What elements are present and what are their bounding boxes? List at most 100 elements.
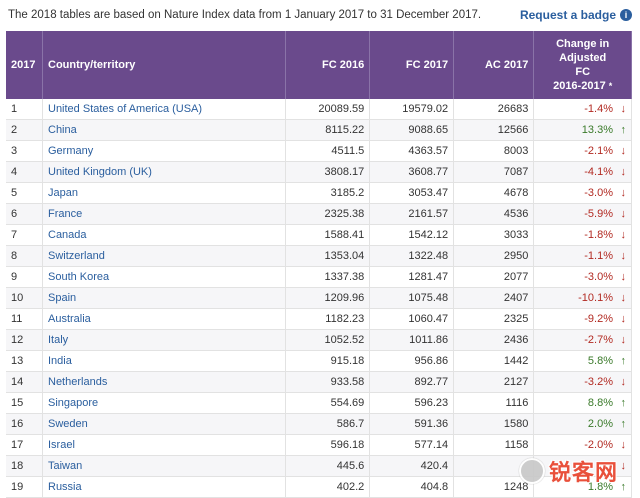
fc2016-cell: 8115.22 [285, 119, 371, 141]
change-value: 2.0% [587, 418, 613, 430]
change-value: -5.9% [584, 208, 613, 220]
change-value: 8.8% [587, 397, 613, 409]
rank-cell: 3 [6, 140, 43, 162]
ac2017-cell: 3033 [453, 224, 535, 246]
rank-cell: 19 [6, 476, 43, 498]
change-value: -4.1% [584, 166, 613, 178]
request-badge-link[interactable]: Request a badge i [520, 8, 632, 22]
ac2017-cell: 1158 [453, 434, 535, 456]
arrow-down-icon: ↓ [620, 145, 627, 157]
fc2017-cell: 1011.86 [369, 329, 455, 351]
fc2016-cell: 3185.2 [285, 182, 371, 204]
change-value: -2.7% [584, 334, 613, 346]
fc2016-cell: 1209.96 [285, 287, 371, 309]
country-link[interactable]: Spain [42, 287, 287, 309]
col-header-rank[interactable]: 2017 [6, 31, 43, 99]
fc2017-cell: 3608.77 [369, 161, 455, 183]
ac2017-cell: 8003 [453, 140, 535, 162]
change-value: 5.8% [587, 355, 613, 367]
change-value: -1.1% [584, 250, 613, 262]
fc2016-cell: 20089.59 [285, 99, 371, 120]
arrow-down-icon: ↓ [620, 292, 627, 304]
watermark: 锐客网 [518, 455, 618, 487]
country-link[interactable]: Switzerland [42, 245, 287, 267]
fc2017-cell: 19579.02 [369, 99, 455, 120]
change-cell: -3.0% ↓ [533, 182, 632, 204]
rank-cell: 11 [6, 308, 43, 330]
arrow-down-icon: ↓ [620, 313, 627, 325]
arrow-down-icon: ↓ [620, 250, 627, 262]
col-header-change[interactable]: Change in Adjusted FC 2016-2017 * [533, 31, 632, 99]
fc2017-cell: 1281.47 [369, 266, 455, 288]
country-link[interactable]: Australia [42, 308, 287, 330]
country-link[interactable]: China [42, 119, 287, 141]
change-cell: -2.7% ↓ [533, 329, 632, 351]
country-link[interactable]: France [42, 203, 287, 225]
table-row: 3 Germany 4511.5 4363.57 8003 -2.1% ↓ [6, 140, 632, 162]
change-value: -3.2% [584, 376, 613, 388]
country-link[interactable]: Canada [42, 224, 287, 246]
ac2017-cell: 2950 [453, 245, 535, 267]
change-value: -1.8% [584, 229, 613, 241]
table-row: 16 Sweden 586.7 591.36 1580 2.0% ↑ [6, 413, 632, 435]
change-header-line4: 2016-2017 * [553, 80, 613, 92]
country-link[interactable]: Italy [42, 329, 287, 351]
col-header-fc2016[interactable]: FC 2016 [285, 31, 371, 99]
col-header-country[interactable]: Country/territory [42, 31, 287, 99]
rank-cell: 17 [6, 434, 43, 456]
info-icon: i [620, 9, 632, 21]
table-row: 7 Canada 1588.41 1542.12 3033 -1.8% ↓ [6, 224, 632, 246]
ac2017-cell: 1580 [453, 413, 535, 435]
table-row: 17 Israel 596.18 577.14 1158 -2.0% ↓ [6, 434, 632, 456]
arrow-down-icon: ↓ [620, 166, 627, 178]
country-link[interactable]: South Korea [42, 266, 287, 288]
fc2016-cell: 402.2 [285, 476, 371, 498]
fc2016-cell: 554.69 [285, 392, 371, 414]
fc2016-cell: 1052.52 [285, 329, 371, 351]
arrow-down-icon: ↓ [620, 208, 627, 220]
arrow-down-icon: ↓ [620, 187, 627, 199]
fc2017-cell: 577.14 [369, 434, 455, 456]
col-header-ac2017[interactable]: AC 2017 [453, 31, 535, 99]
ac2017-cell: 12566 [453, 119, 535, 141]
fc2017-cell: 2161.57 [369, 203, 455, 225]
table-row: 4 United Kingdom (UK) 3808.17 3608.77 7087 -4… [6, 161, 632, 183]
fc2016-cell: 1353.04 [285, 245, 371, 267]
country-link[interactable]: United States of America (USA) [42, 99, 287, 120]
arrow-down-icon: ↓ [620, 271, 627, 283]
arrow-up-icon: ↑ [620, 355, 627, 367]
country-link[interactable]: Japan [42, 182, 287, 204]
country-link[interactable]: Sweden [42, 413, 287, 435]
fc2017-cell: 4363.57 [369, 140, 455, 162]
country-link[interactable]: Singapore [42, 392, 287, 414]
country-link[interactable]: United Kingdom (UK) [42, 161, 287, 183]
ac2017-cell: 2127 [453, 371, 535, 393]
arrow-down-icon: ↓ [620, 334, 627, 346]
rank-cell: 13 [6, 350, 43, 372]
ac2017-cell: 1116 [453, 392, 535, 414]
country-link[interactable]: Israel [42, 434, 287, 456]
fc2016-cell: 1337.38 [285, 266, 371, 288]
rank-cell: 12 [6, 329, 43, 351]
change-value: -2.1% [584, 145, 613, 157]
rank-cell: 6 [6, 203, 43, 225]
change-cell: 2.0% ↑ [533, 413, 632, 435]
ac2017-cell: 7087 [453, 161, 535, 183]
table-row: 1 United States of America (USA) 20089.59 1… [6, 99, 632, 120]
country-link[interactable]: Russia [42, 476, 287, 498]
country-link[interactable]: Taiwan [42, 455, 287, 477]
table-row: 10 Spain 1209.96 1075.48 2407 -10.1% ↓ [6, 287, 632, 309]
table-row: 9 South Korea 1337.38 1281.47 2077 -3.0% ↓ [6, 266, 632, 288]
change-cell: -3.2% ↓ [533, 371, 632, 393]
arrow-up-icon: ↑ [620, 124, 627, 136]
arrow-down-icon: ↓ [620, 103, 627, 115]
fc2016-cell: 2325.38 [285, 203, 371, 225]
country-link[interactable]: Netherlands [42, 371, 287, 393]
change-cell: 13.3% ↑ [533, 119, 632, 141]
fc2017-cell: 404.8 [369, 476, 455, 498]
country-link[interactable]: Germany [42, 140, 287, 162]
col-header-fc2017[interactable]: FC 2017 [369, 31, 455, 99]
country-link[interactable]: India [42, 350, 287, 372]
fc2017-cell: 1075.48 [369, 287, 455, 309]
watermark-logo-icon [518, 458, 545, 484]
